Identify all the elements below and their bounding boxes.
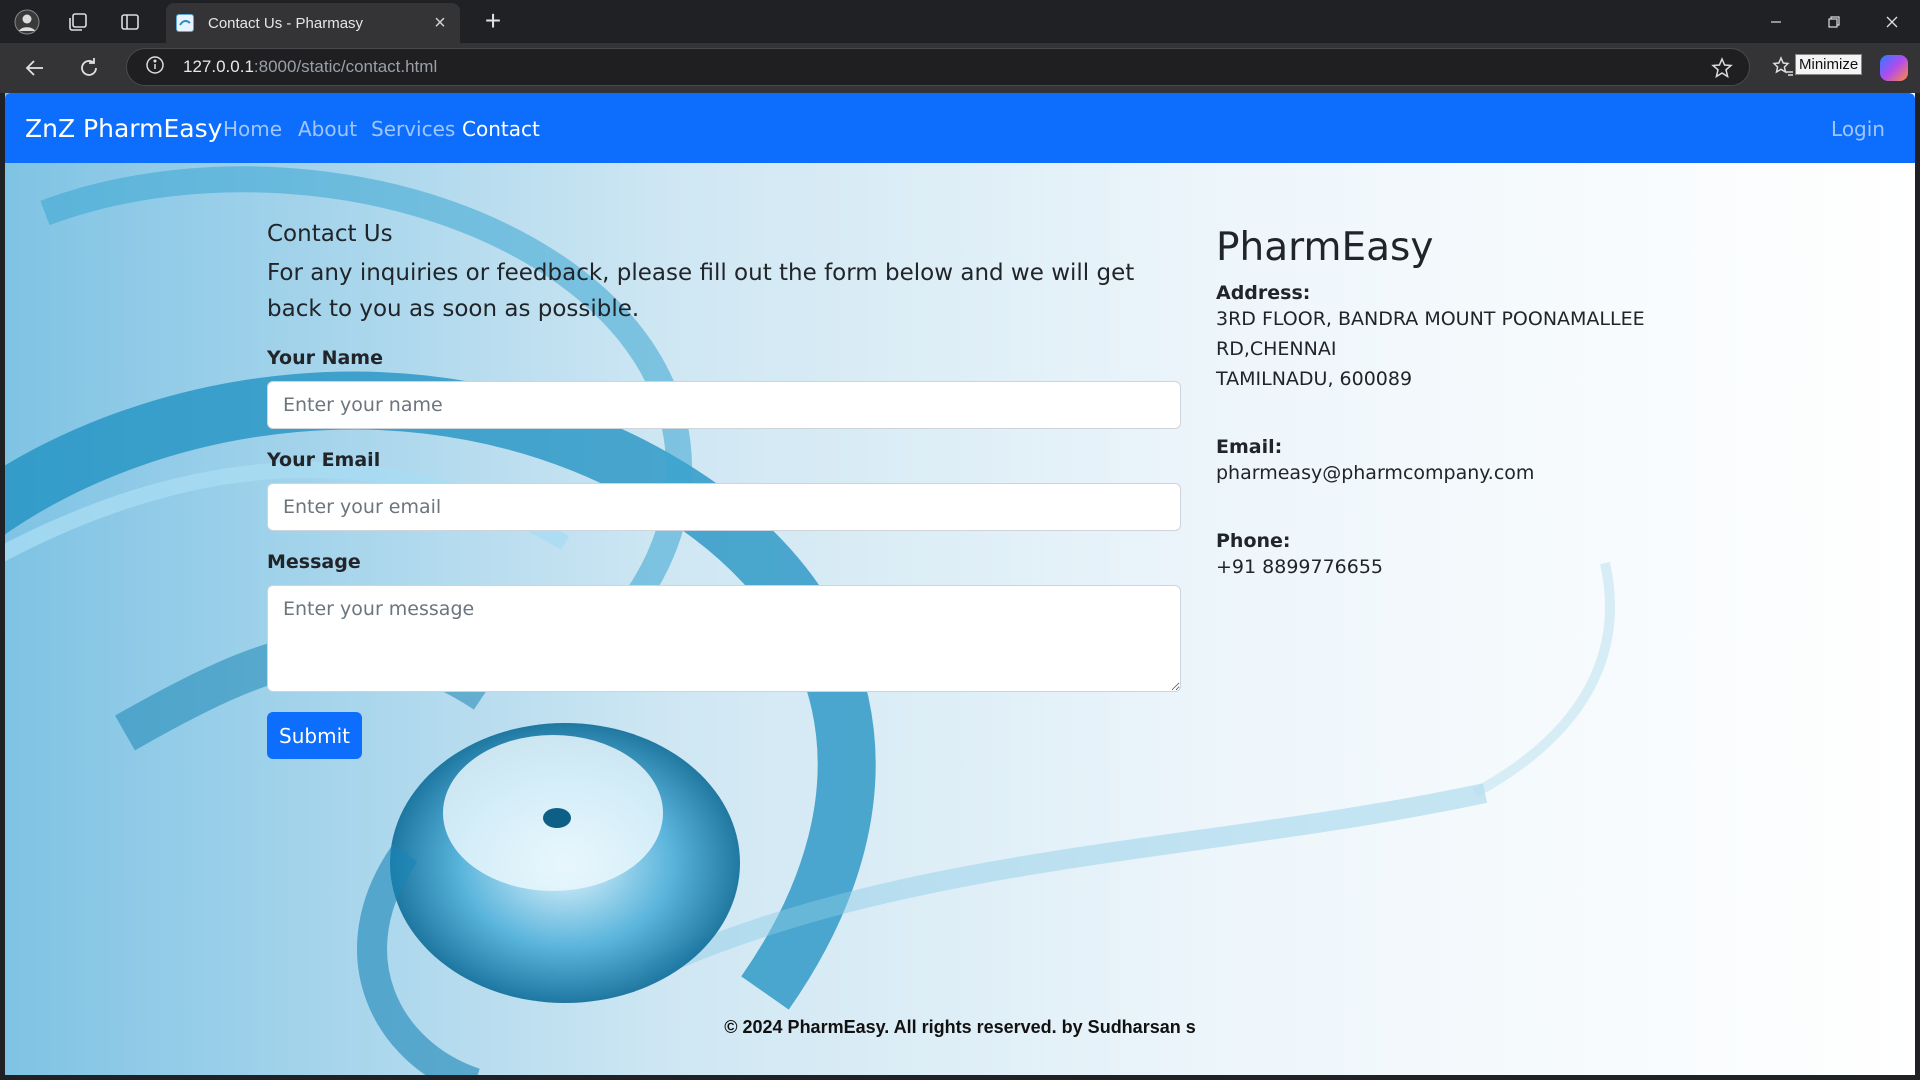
nav-link-services[interactable]: Services [371, 117, 455, 141]
phone-label: Phone: [1216, 530, 1291, 552]
page-viewport: ZnZ PharmEasy Home About Services Contac… [5, 93, 1915, 1075]
site-brand[interactable]: ZnZ PharmEasy [25, 114, 222, 143]
address-line: RD,CHENNAI [1216, 338, 1337, 360]
site-info-icon[interactable] [145, 55, 165, 80]
login-link[interactable]: Login [1831, 117, 1885, 141]
back-icon[interactable] [21, 54, 49, 82]
active-tab[interactable]: Contact Us - Pharmasy × [166, 3, 460, 43]
favorite-star-icon[interactable] [1711, 57, 1733, 84]
company-name: PharmEasy [1216, 225, 1434, 270]
minimize-icon[interactable] [1748, 0, 1804, 43]
email-address: pharmeasy@pharmcompany.com [1216, 462, 1535, 484]
page-footer: © 2024 PharmEasy. All rights reserved. b… [724, 1017, 1196, 1037]
email-label: Your Email [267, 449, 381, 471]
submit-button[interactable]: Submit [267, 712, 362, 759]
tab-actions-icon[interactable] [117, 9, 143, 35]
browser-toolbar: 127.0.0.1:8000/static/contact.html [0, 43, 1920, 93]
profile-icon[interactable] [14, 9, 40, 35]
message-label: Message [267, 551, 361, 573]
favorites-icon[interactable] [1772, 56, 1794, 83]
contact-form-title: Contact Us [267, 221, 393, 247]
name-label: Your Name [267, 347, 383, 369]
browser-tab-strip: Contact Us - Pharmasy × + [0, 0, 1920, 43]
address-label: Address: [1216, 282, 1311, 304]
name-input[interactable] [267, 381, 1181, 429]
pharmacy-favicon-icon [176, 14, 194, 32]
message-textarea[interactable] [267, 585, 1181, 692]
contact-form-intro: For any inquiries or feedback, please fi… [267, 260, 1135, 322]
email-info-label: Email: [1216, 436, 1283, 458]
new-tab-icon[interactable]: + [478, 7, 508, 37]
reload-icon[interactable] [75, 54, 103, 82]
minimize-tooltip: Minimize [1795, 54, 1863, 75]
address-line: TAMILNADU, 600089 [1216, 368, 1413, 390]
tab-title: Contact Us - Pharmasy [208, 14, 364, 32]
restore-icon[interactable] [1806, 0, 1862, 43]
window-close-icon[interactable] [1864, 0, 1920, 43]
workspaces-icon[interactable] [65, 9, 91, 35]
copilot-icon[interactable] [1880, 55, 1908, 81]
nav-link-about[interactable]: About [298, 117, 357, 141]
phone-number: +91 8899776655 [1216, 556, 1384, 578]
close-icon[interactable]: × [430, 13, 450, 33]
email-input[interactable] [267, 483, 1181, 531]
contact-form-section: Contact Us For any inquiries or feedback… [267, 221, 1181, 759]
address-bar[interactable]: 127.0.0.1:8000/static/contact.html [126, 48, 1750, 86]
company-info-section: PharmEasy Address: 3RD FLOOR, BANDRA MOU… [1216, 225, 1686, 582]
nav-link-contact[interactable]: Contact [462, 117, 540, 141]
address-line: 3RD FLOOR, BANDRA MOUNT POONAMALLEE [1216, 308, 1645, 330]
nav-link-home[interactable]: Home [223, 117, 282, 141]
url-text: 127.0.0.1:8000/static/contact.html [183, 57, 438, 76]
site-navbar: ZnZ PharmEasy Home About Services Contac… [5, 93, 1915, 163]
